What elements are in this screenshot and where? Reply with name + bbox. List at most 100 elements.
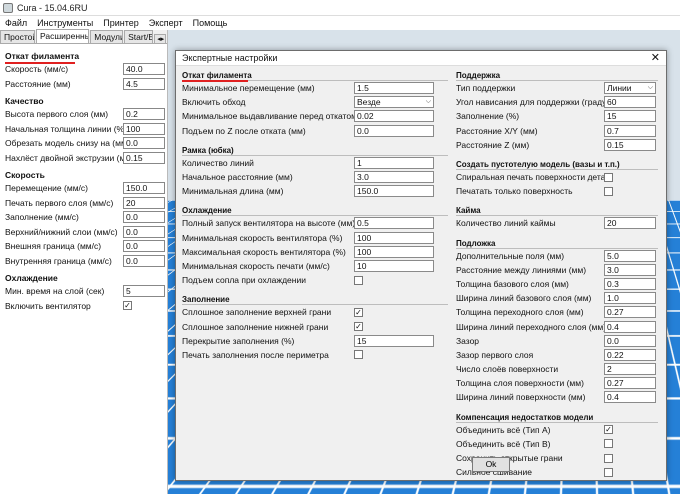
setting-row: Перекрытие заполнения (%) 15: [182, 334, 448, 348]
menu-expert[interactable]: Эксперт: [144, 18, 188, 28]
setting-label: Минимальная скорость печати (мм/с): [182, 260, 330, 271]
setting-label: Верхний/нижний слои (мм/с): [5, 226, 118, 237]
setting-label: Подъем по Z после отката (мм): [182, 125, 306, 136]
travel-speed-input[interactable]: 150.0: [123, 182, 165, 195]
brim-line-count-input[interactable]: 20: [604, 217, 656, 230]
window-titlebar: Cura - 15.04.6RU: [0, 0, 680, 16]
settings-tabs: Простой Расширенный Модули Start/E ◂▸: [0, 29, 167, 44]
tab-start-end-gcode[interactable]: Start/E: [124, 30, 154, 43]
tab-plugins[interactable]: Модули: [90, 30, 124, 43]
fan-full-height-input[interactable]: 0.5: [354, 217, 434, 230]
z-hop-input[interactable]: 0.0: [354, 124, 434, 137]
fan-min-speed-input[interactable]: 100: [354, 231, 434, 244]
setting-label: Дополнительные поля (мм): [456, 250, 565, 261]
section-skirt: Рамка (юбка): [182, 145, 448, 156]
top-bottom-speed-input[interactable]: 0.0: [123, 225, 165, 238]
setting-row: Внутренняя граница (мм/с) 0.0: [5, 254, 167, 269]
menu-tools[interactable]: Инструменты: [32, 18, 98, 28]
min-print-speed-input[interactable]: 10: [354, 259, 434, 272]
solid-top-checkbox[interactable]: ✓: [354, 307, 363, 317]
combine-all-b-checkbox[interactable]: [604, 439, 613, 449]
tab-scroll-arrows[interactable]: ◂▸: [154, 34, 167, 43]
setting-row: Заполнение (мм/с) 0.0: [5, 210, 167, 225]
solid-bottom-checkbox[interactable]: ✓: [354, 322, 363, 332]
tab-advanced[interactable]: Расширенный: [35, 29, 90, 43]
raft-base-thickness-input[interactable]: 0.3: [604, 277, 656, 290]
menu-help[interactable]: Помощь: [188, 18, 233, 28]
skirt-start-distance-input[interactable]: 3.0: [354, 171, 434, 184]
infill-speed-input[interactable]: 0.0: [123, 211, 165, 224]
support-angle-input[interactable]: 60: [604, 96, 656, 109]
setting-label: Сплошное заполнение верхней грани: [182, 307, 332, 318]
raft-base-width-input[interactable]: 1.0: [604, 292, 656, 305]
combing-select[interactable]: Везде ⌵: [354, 96, 434, 109]
raft-line-spacing-input[interactable]: 3.0: [604, 263, 656, 276]
spiralize-checkbox[interactable]: [604, 172, 613, 182]
setting-row: Верхний/нижний слои (мм/с) 0.0: [5, 225, 167, 240]
raft-first-layer-gap-input[interactable]: 0.22: [604, 348, 656, 361]
raft-margin-input[interactable]: 5.0: [604, 249, 656, 262]
extensive-stitching-checkbox[interactable]: [604, 467, 613, 477]
setting-label: Ширина линий переходного слоя (мм): [456, 321, 604, 332]
combine-all-a-checkbox[interactable]: ✓: [604, 425, 613, 435]
setting-row: Расстояние между линиями (мм) 3.0: [456, 263, 658, 277]
cool-head-lift-checkbox[interactable]: [354, 275, 363, 285]
support-distance-xy-input[interactable]: 0.7: [604, 124, 656, 137]
cut-off-bottom-input[interactable]: 0.0: [123, 137, 165, 150]
setting-label: Тип поддержки: [456, 83, 516, 94]
raft-surface-width-input[interactable]: 0.4: [604, 391, 656, 404]
raft-surface-layers-input[interactable]: 2: [604, 363, 656, 376]
setting-label: Минимальная длина (мм): [182, 186, 284, 197]
chevron-down-icon: ⌵: [425, 98, 431, 106]
setting-row: Печать заполнения после периметра: [182, 348, 448, 362]
tab-simple[interactable]: Простой: [0, 30, 35, 43]
outer-shell-speed-input[interactable]: 0.0: [123, 240, 165, 253]
initial-line-width-input[interactable]: 100: [123, 122, 165, 135]
window-title: Cura - 15.04.6RU: [17, 2, 88, 13]
infill-after-perimeter-checkbox[interactable]: [354, 350, 363, 360]
close-icon[interactable]: ✕: [651, 52, 660, 64]
fan-max-speed-input[interactable]: 100: [354, 245, 434, 258]
setting-label: Скорость (мм/с): [5, 64, 69, 75]
setting-label: Минимальная скорость вентилятора (%): [182, 232, 343, 243]
initial-layer-height-input[interactable]: 0.2: [123, 108, 165, 121]
inner-shell-speed-input[interactable]: 0.0: [123, 254, 165, 267]
setting-label: Расстояние (мм): [5, 78, 71, 89]
infill-overlap-input[interactable]: 15: [354, 334, 434, 347]
setting-label: Минимальное выдавливание перед откатом (…: [182, 111, 354, 122]
setting-row: Полный запуск вентилятора на высоте (мм)…: [182, 216, 448, 230]
keep-open-faces-checkbox[interactable]: [604, 453, 613, 463]
raft-interface-width-input[interactable]: 0.4: [604, 320, 656, 333]
setting-row: Дополнительные поля (мм) 5.0: [456, 249, 658, 263]
raft-air-gap-input[interactable]: 0.0: [604, 334, 656, 347]
setting-label: Число слоёв поверхности: [456, 364, 559, 375]
enable-fan-checkbox[interactable]: ✓: [123, 301, 132, 311]
skirt-line-count-input[interactable]: 1: [354, 156, 434, 169]
min-layer-time-input[interactable]: 5: [123, 285, 165, 298]
raft-surface-thickness-input[interactable]: 0.27: [604, 377, 656, 390]
setting-label: Зазор: [456, 335, 480, 346]
dual-extrusion-overlap-input[interactable]: 0.15: [123, 151, 165, 164]
setting-label: Количество линий каймы: [456, 218, 556, 229]
setting-label: Максимальная скорость вентилятора (%): [182, 246, 346, 257]
min-extrusion-input[interactable]: 0.02: [354, 110, 434, 123]
raft-interface-thickness-input[interactable]: 0.27: [604, 306, 656, 319]
section-quality: Качество: [5, 96, 44, 106]
support-distance-z-input[interactable]: 0.15: [604, 138, 656, 151]
first-layer-speed-input[interactable]: 20: [123, 196, 165, 209]
menu-printer[interactable]: Принтер: [98, 18, 144, 28]
surface-only-checkbox[interactable]: [604, 186, 613, 196]
menu-file[interactable]: Файл: [0, 18, 32, 28]
support-fill-input[interactable]: 15: [604, 110, 656, 123]
setting-row: Обрезать модель снизу на (мм) 0.0: [5, 136, 167, 151]
retraction-speed-input[interactable]: 40.0: [123, 63, 165, 76]
ok-button[interactable]: Ok: [472, 457, 510, 472]
setting-label: Количество линий: [182, 157, 254, 168]
retraction-distance-input[interactable]: 4.5: [123, 77, 165, 90]
support-type-select[interactable]: Линии ⌵: [604, 82, 656, 95]
setting-row: Ширина линий переходного слоя (мм) 0.4: [456, 319, 658, 333]
min-travel-input[interactable]: 1.5: [354, 82, 434, 95]
skirt-min-length-input[interactable]: 150.0: [354, 185, 434, 198]
setting-row: Ширина линий базового слоя (мм) 1.0: [456, 291, 658, 305]
setting-label: Расстояние между линиями (мм): [456, 264, 587, 275]
